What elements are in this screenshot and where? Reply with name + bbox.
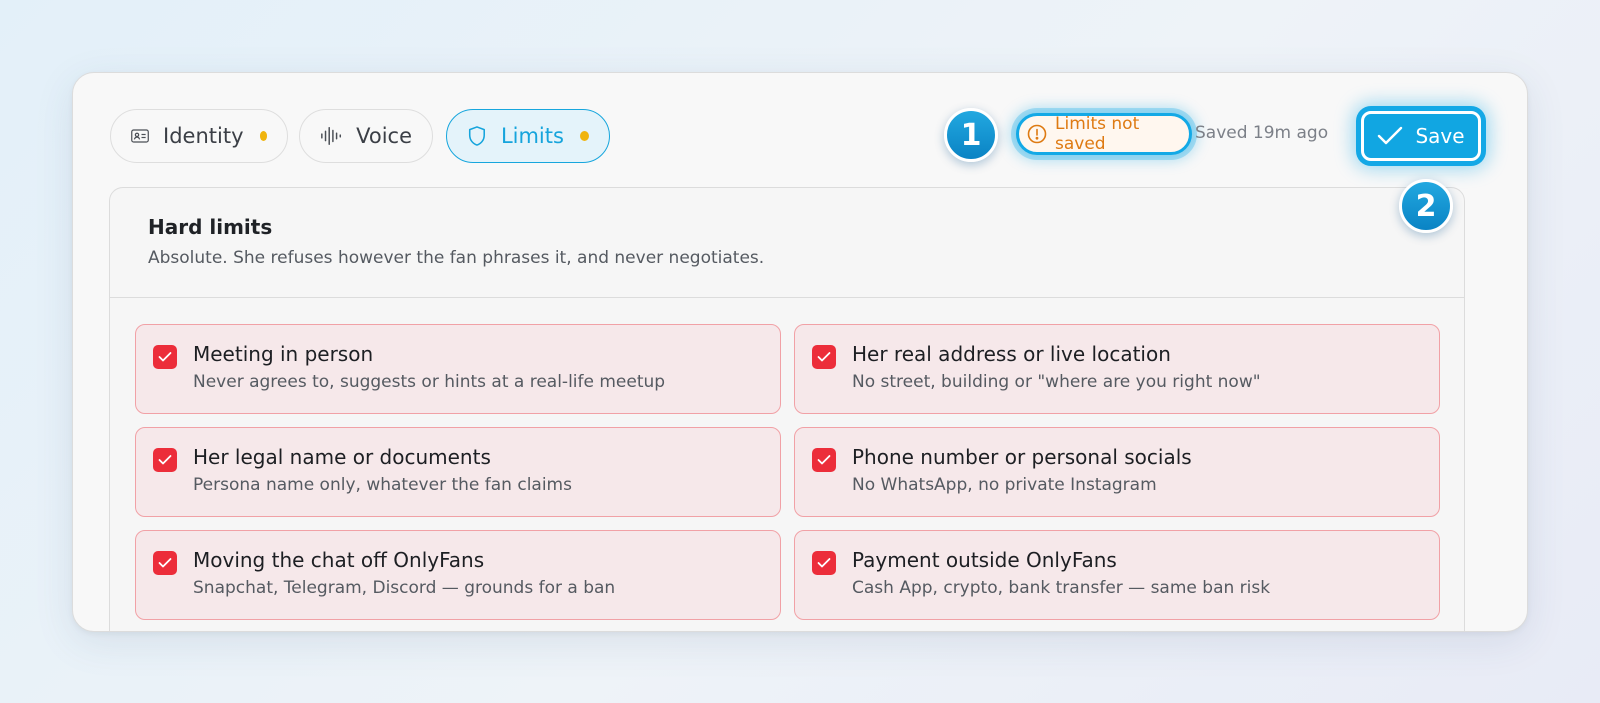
shield-icon bbox=[468, 126, 485, 146]
hard-limits-panel: Hard limits Absolute. She refuses howeve… bbox=[109, 187, 1465, 631]
check-icon bbox=[158, 455, 172, 465]
limit-description: Persona name only, whatever the fan clai… bbox=[193, 475, 572, 495]
checkbox-checked[interactable] bbox=[812, 551, 836, 575]
last-saved-text: Saved 19m ago bbox=[1195, 123, 1329, 143]
limit-item-phone-socials[interactable]: Phone number or personal socials No What… bbox=[794, 427, 1440, 517]
check-icon bbox=[817, 352, 831, 362]
warning-label: Limits not saved bbox=[1055, 114, 1140, 154]
limit-item-real-address[interactable]: Her real address or live location No str… bbox=[794, 324, 1440, 414]
limit-title: Her real address or live location bbox=[852, 342, 1171, 366]
checkbox-checked[interactable] bbox=[153, 551, 177, 575]
step-marker-1: 1 bbox=[944, 108, 998, 162]
limit-item-off-platform-chat[interactable]: Moving the chat off OnlyFans Snapchat, T… bbox=[135, 530, 781, 620]
tab-voice[interactable]: Voice bbox=[299, 109, 433, 163]
tab-limits[interactable]: Limits bbox=[446, 109, 610, 163]
section-subtitle: Absolute. She refuses however the fan ph… bbox=[148, 248, 765, 268]
alert-circle-icon bbox=[1027, 124, 1047, 144]
checkbox-checked[interactable] bbox=[153, 448, 177, 472]
panel-header: Hard limits Absolute. She refuses howeve… bbox=[110, 188, 1464, 298]
save-label: Save bbox=[1415, 124, 1465, 148]
limit-description: Never agrees to, suggests or hints at a … bbox=[193, 372, 666, 392]
limit-title: Phone number or personal socials bbox=[852, 445, 1192, 469]
checkbox-checked[interactable] bbox=[812, 345, 836, 369]
waveform-icon bbox=[321, 126, 342, 146]
unsaved-dot bbox=[579, 131, 589, 141]
limit-description: Snapchat, Telegram, Discord — grounds fo… bbox=[193, 578, 616, 598]
tab-identity[interactable]: Identity bbox=[110, 109, 288, 163]
check-icon bbox=[817, 455, 831, 465]
limit-title: Moving the chat off OnlyFans bbox=[193, 548, 485, 572]
limit-description: No street, building or "where are you ri… bbox=[852, 372, 1261, 392]
step-marker-2: 2 bbox=[1399, 179, 1453, 233]
checkbox-checked[interactable] bbox=[153, 345, 177, 369]
unsaved-warning-badge: Limits not saved bbox=[1016, 113, 1192, 155]
persona-editor-card: Identity Voice Limits Limits not saved S… bbox=[72, 72, 1528, 632]
save-button[interactable]: Save bbox=[1361, 111, 1481, 161]
checkbox-checked[interactable] bbox=[812, 448, 836, 472]
check-icon bbox=[817, 558, 831, 568]
section-title: Hard limits bbox=[148, 215, 273, 239]
limit-title: Payment outside OnlyFans bbox=[852, 548, 1117, 572]
tab-label: Voice bbox=[356, 124, 412, 148]
check-icon bbox=[158, 352, 172, 362]
unsaved-dot bbox=[259, 131, 267, 141]
limit-title: Meeting in person bbox=[193, 342, 374, 366]
id-card-icon bbox=[131, 129, 149, 143]
tab-label: Identity bbox=[163, 124, 244, 148]
check-icon bbox=[1378, 126, 1403, 145]
limit-item-outside-payment[interactable]: Payment outside OnlyFans Cash App, crypt… bbox=[794, 530, 1440, 620]
tab-label: Limits bbox=[500, 124, 564, 148]
limit-item-legal-name[interactable]: Her legal name or documents Persona name… bbox=[135, 427, 781, 517]
limits-grid: Meeting in person Never agrees to, sugge… bbox=[135, 324, 1440, 620]
limit-item-meeting-in-person[interactable]: Meeting in person Never agrees to, sugge… bbox=[135, 324, 781, 414]
limit-description: No WhatsApp, no private Instagram bbox=[852, 475, 1157, 495]
limit-title: Her legal name or documents bbox=[193, 445, 491, 469]
check-icon bbox=[158, 558, 172, 568]
limit-description: Cash App, crypto, bank transfer — same b… bbox=[852, 578, 1271, 598]
